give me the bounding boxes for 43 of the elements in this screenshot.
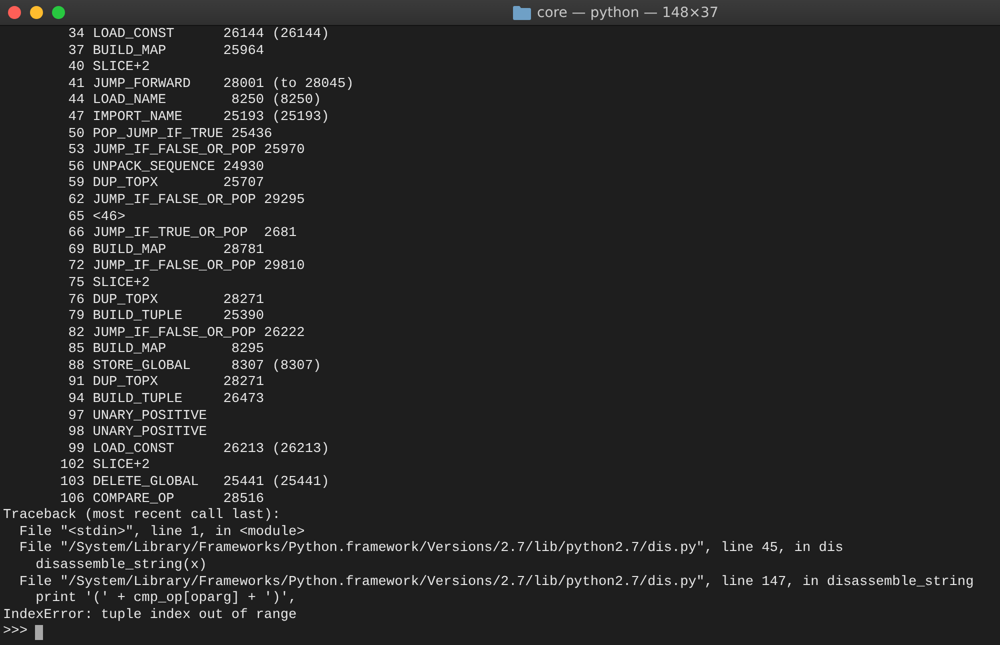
- close-button[interactable]: [8, 6, 21, 19]
- output-line: 66 JUMP_IF_TRUE_OR_POP 2681: [67, 226, 298, 243]
- output-line: 79 BUILD_TUPLE 25390: [67, 309, 266, 326]
- output-line: 41 JUMP_FORWARD 28001 (to 28045): [67, 76, 355, 93]
- output-line: 102 SLICE+2: [59, 458, 151, 476]
- output-line: IndexError: tuple index out of range: [3, 608, 298, 624]
- output-line: 97 UNARY_POSITIVE: [67, 408, 208, 426]
- output-line: 99 LOAD_CONST 26213 (26213): [67, 442, 330, 458]
- output-line: print '(' + cmp_op[oparg] + ')',: [34, 591, 298, 608]
- output-line: 47 IMPORT_NAME 25193 (25193): [67, 110, 330, 127]
- output-line: 88 STORE_GLOBAL 8307 (8307): [67, 358, 322, 376]
- output-line: 91 DUP_TOPX 28271: [67, 375, 266, 392]
- output-line: 69 BUILD_MAP 28781: [67, 242, 266, 260]
- output-line: 53 JUMP_IF_FALSE_OR_POP 25970: [67, 143, 306, 160]
- output-line: 85 BUILD_MAP 8295: [67, 342, 266, 359]
- output-line: 98 UNARY_POSITIVE: [67, 425, 208, 442]
- output-line: 75 SLICE+2: [67, 276, 151, 292]
- output-line: 59 DUP_TOPX 25707: [67, 176, 266, 193]
- output-line: Traceback (most recent call last):: [3, 508, 282, 525]
- output-line: 76 DUP_TOPX 28271: [67, 292, 266, 310]
- output-line: 65 <46>: [67, 210, 126, 226]
- output-line: 103 DELETE_GLOBAL 25441 (25441): [59, 475, 330, 492]
- window-title: core — python — 148×37: [537, 4, 718, 20]
- output-line: 106 COMPARE_OP 28516: [59, 492, 266, 508]
- zoom-button[interactable]: [52, 6, 65, 19]
- output-line: 44 LOAD_NAME 8250 (8250): [67, 93, 322, 110]
- output-line: 34 LOAD_CONST 26144 (26144): [67, 27, 330, 44]
- output-line: 37 BUILD_MAP 25964: [67, 44, 266, 60]
- output-line: disassemble_string(x): [34, 558, 208, 575]
- output-line: 50 POP_JUMP_IF_TRUE 25436: [67, 126, 274, 144]
- output-line: 82 JUMP_IF_FALSE_OR_POP 26222: [67, 326, 306, 342]
- output-line: 40 SLICE+2: [67, 60, 151, 77]
- output-line: 56 UNPACK_SEQUENCE 24930: [67, 160, 266, 176]
- folder-icon: [513, 6, 531, 20]
- output-line: 94 BUILD_TUPLE 26473: [67, 392, 266, 409]
- output-line: 62 JUMP_IF_FALSE_OR_POP 29295: [67, 192, 306, 210]
- output-line: File "/System/Library/Frameworks/Python.framework/Versions/2.7/lib/python2.7/dis.py", line 147, in disassemble_string: [18, 574, 975, 591]
- text-cursor: [35, 625, 44, 640]
- output-line: File "/System/Library/Frameworks/Python.framework/Versions/2.7/lib/python2.7/dis.py", line 45, in dis: [18, 541, 844, 558]
- prompt: >>>: [3, 624, 28, 641]
- minimize-button[interactable]: [30, 6, 43, 19]
- output-line: 72 JUMP_IF_FALSE_OR_POP 29810: [67, 259, 306, 276]
- output-line: File "<stdin>", line 1, in <module>: [18, 524, 306, 541]
